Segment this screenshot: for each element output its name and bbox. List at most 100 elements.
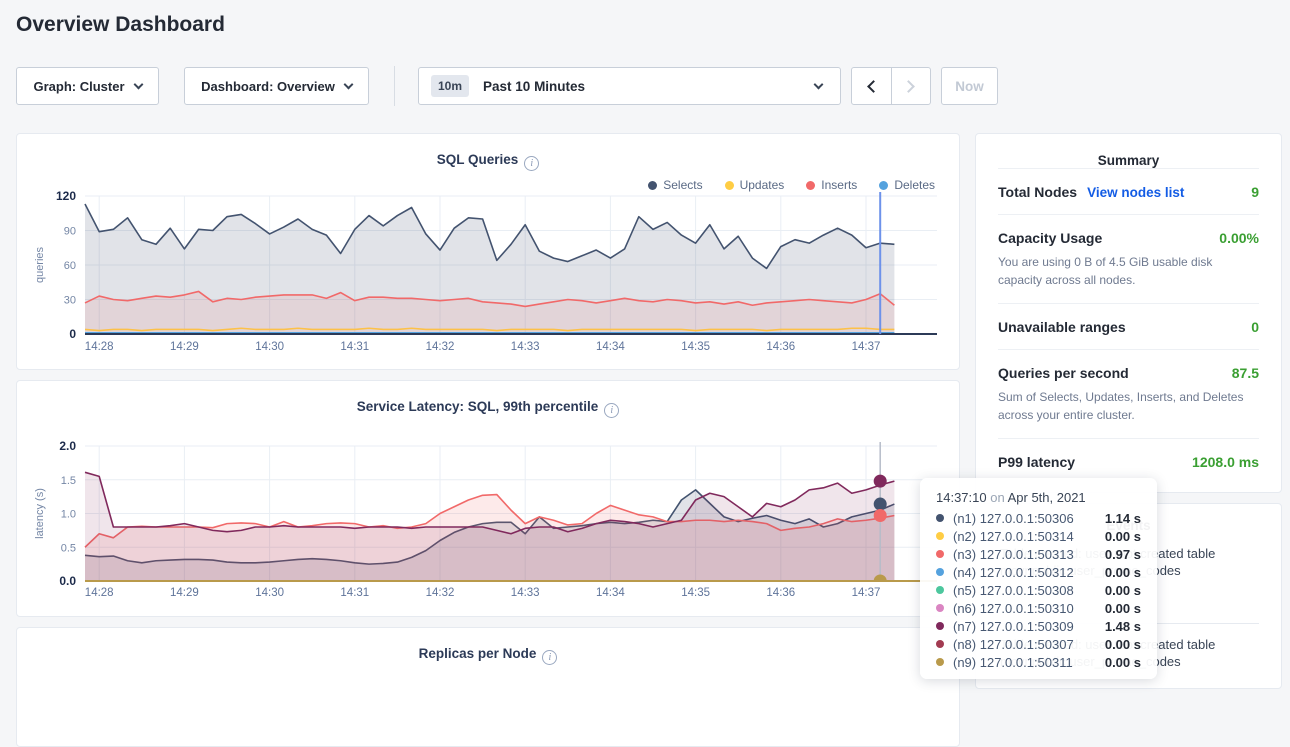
capacity-usage-value: 0.00%: [1219, 230, 1259, 246]
view-nodes-list-link[interactable]: View nodes list: [1087, 185, 1184, 200]
sql-queries-panel: SQL Queriesi SelectsUpdatesInsertsDelete…: [16, 133, 960, 370]
svg-text:14:37: 14:37: [852, 587, 881, 599]
qps-value: 87.5: [1232, 365, 1259, 381]
qps-desc: Sum of Selects, Updates, Inserts, and De…: [998, 388, 1248, 424]
svg-text:14:35: 14:35: [681, 341, 710, 353]
capacity-usage-desc: You are using 0 B of 4.5 GiB usable disk…: [998, 253, 1248, 289]
tooltip-node-value: 0.00 s: [1105, 529, 1141, 544]
summary-panel: Summary Total Nodes View nodes list 9 Ca…: [975, 133, 1282, 493]
svg-text:1.5: 1.5: [61, 475, 76, 487]
svg-text:14:33: 14:33: [511, 587, 540, 599]
svg-text:14:34: 14:34: [596, 341, 625, 353]
svg-text:0: 0: [69, 327, 76, 341]
tooltip-rows: (n1) 127.0.0.1:503061.14 s(n2) 127.0.0.1…: [936, 509, 1141, 671]
svg-text:90: 90: [64, 226, 76, 238]
svg-text:14:32: 14:32: [426, 341, 455, 353]
svg-text:2.0: 2.0: [59, 439, 76, 453]
svg-text:14:34: 14:34: [596, 587, 625, 599]
tooltip-time: 14:37:10: [936, 490, 987, 505]
tooltip-row: (n8) 127.0.0.1:50307 0.00 s: [936, 635, 1141, 653]
series-dot-icon: [936, 604, 944, 612]
tooltip-date: Apr 5th, 2021: [1008, 490, 1086, 505]
service-latency-chart[interactable]: 14:2814:2914:3014:3114:3214:3314:3414:35…: [17, 381, 961, 609]
chevron-right-icon: [903, 80, 916, 93]
unavailable-ranges-label: Unavailable ranges: [998, 319, 1126, 335]
svg-text:120: 120: [56, 189, 76, 203]
svg-text:0.5: 0.5: [61, 542, 76, 554]
tooltip-node-value: 0.97 s: [1105, 547, 1141, 562]
replicas-per-node-title: Replicas per Node i: [17, 646, 959, 665]
svg-text:14:37: 14:37: [852, 341, 881, 353]
time-range-label: Past 10 Minutes: [483, 79, 585, 94]
chevron-left-icon: [867, 80, 880, 93]
svg-text:14:29: 14:29: [170, 341, 199, 353]
tooltip-row: (n3) 127.0.0.1:503130.97 s: [936, 545, 1141, 563]
total-nodes-value: 9: [1251, 184, 1259, 200]
capacity-usage-label: Capacity Usage: [998, 230, 1102, 246]
svg-text:14:30: 14:30: [255, 341, 284, 353]
svg-text:queries: queries: [34, 246, 46, 283]
tooltip-row: (n9) 127.0.0.1:50311 0.00 s: [936, 653, 1141, 671]
summary-heading: Summary: [998, 153, 1259, 168]
tooltip-row: (n5) 127.0.0.1:50308 0.00 s: [936, 581, 1141, 599]
chart-title-text: Replicas per Node: [419, 646, 537, 661]
prev-time-button[interactable]: [852, 68, 891, 104]
tooltip-node-value: 0.00 s: [1105, 565, 1141, 580]
tooltip-row: (n2) 127.0.0.1:50314 0.00 s: [936, 527, 1141, 545]
qps-label: Queries per second: [998, 365, 1129, 381]
series-dot-icon: [936, 514, 944, 522]
svg-text:14:32: 14:32: [426, 587, 455, 599]
tooltip-node-label: (n1) 127.0.0.1:50306: [953, 511, 1074, 526]
tooltip-node-value: 0.00 s: [1105, 637, 1141, 652]
svg-text:14:36: 14:36: [766, 587, 795, 599]
next-time-button[interactable]: [891, 68, 930, 104]
svg-text:14:29: 14:29: [170, 587, 199, 599]
summary-row-capacity: Capacity Usage 0.00% You are using 0 B o…: [998, 214, 1259, 303]
svg-text:latency (s): latency (s): [34, 488, 46, 539]
series-dot-icon: [936, 532, 944, 540]
tooltip-node-label: (n9) 127.0.0.1:50311: [953, 655, 1073, 670]
tooltip-node-value: 0.00 s: [1105, 601, 1141, 616]
summary-row-unavailable: Unavailable ranges 0: [998, 303, 1259, 349]
replicas-per-node-panel: Replicas per Node i: [16, 627, 960, 747]
series-dot-icon: [936, 568, 944, 576]
series-dot-icon: [936, 550, 944, 558]
chart-tooltip: 14:37:10 on Apr 5th, 2021 (n1) 127.0.0.1…: [920, 478, 1157, 679]
info-icon[interactable]: i: [542, 650, 557, 665]
tooltip-node-value: 0.00 s: [1105, 655, 1141, 670]
tooltip-node-value: 1.48 s: [1105, 619, 1141, 634]
summary-row-total-nodes: Total Nodes View nodes list 9: [998, 168, 1259, 214]
toolbar: Graph: Cluster Dashboard: Overview 10m P…: [0, 66, 1290, 108]
series-dot-icon: [936, 586, 944, 594]
p99-latency-label: P99 latency: [998, 454, 1075, 470]
tooltip-node-label: (n2) 127.0.0.1:50314: [953, 529, 1074, 544]
sql-queries-chart[interactable]: 14:2814:2914:3014:3114:3214:3314:3414:35…: [17, 134, 961, 362]
svg-text:60: 60: [64, 260, 76, 272]
svg-text:1.0: 1.0: [61, 509, 76, 521]
tooltip-row: (n1) 127.0.0.1:503061.14 s: [936, 509, 1141, 527]
summary-row-qps: Queries per second 87.5 Sum of Selects, …: [998, 349, 1259, 438]
graph-dropdown[interactable]: Graph: Cluster: [16, 67, 159, 105]
tooltip-row: (n4) 127.0.0.1:50312 0.00 s: [936, 563, 1141, 581]
time-pager: [851, 67, 931, 105]
svg-text:14:28: 14:28: [85, 341, 114, 353]
now-button[interactable]: Now: [941, 67, 998, 105]
chevron-down-icon: [343, 79, 353, 89]
svg-text:14:35: 14:35: [681, 587, 710, 599]
p99-latency-value: 1208.0 ms: [1192, 454, 1259, 470]
dashboard-dropdown[interactable]: Dashboard: Overview: [184, 67, 369, 105]
tooltip-node-value: 0.00 s: [1105, 583, 1141, 598]
total-nodes-label: Total Nodes: [998, 184, 1077, 200]
toolbar-divider: [394, 66, 395, 106]
svg-text:14:28: 14:28: [85, 587, 114, 599]
tooltip-node-label: (n8) 127.0.0.1:50307: [953, 637, 1074, 652]
tooltip-node-label: (n5) 127.0.0.1:50308: [953, 583, 1074, 598]
svg-text:30: 30: [64, 295, 76, 307]
svg-text:14:30: 14:30: [255, 587, 284, 599]
time-range-badge: 10m: [431, 75, 469, 97]
tooltip-node-label: (n4) 127.0.0.1:50312: [953, 565, 1074, 580]
tooltip-node-label: (n6) 127.0.0.1:50310: [953, 601, 1074, 616]
dashboard-dropdown-label: Dashboard: Overview: [201, 79, 335, 94]
svg-text:0.0: 0.0: [59, 574, 76, 588]
time-range-selector[interactable]: 10m Past 10 Minutes: [418, 67, 841, 105]
